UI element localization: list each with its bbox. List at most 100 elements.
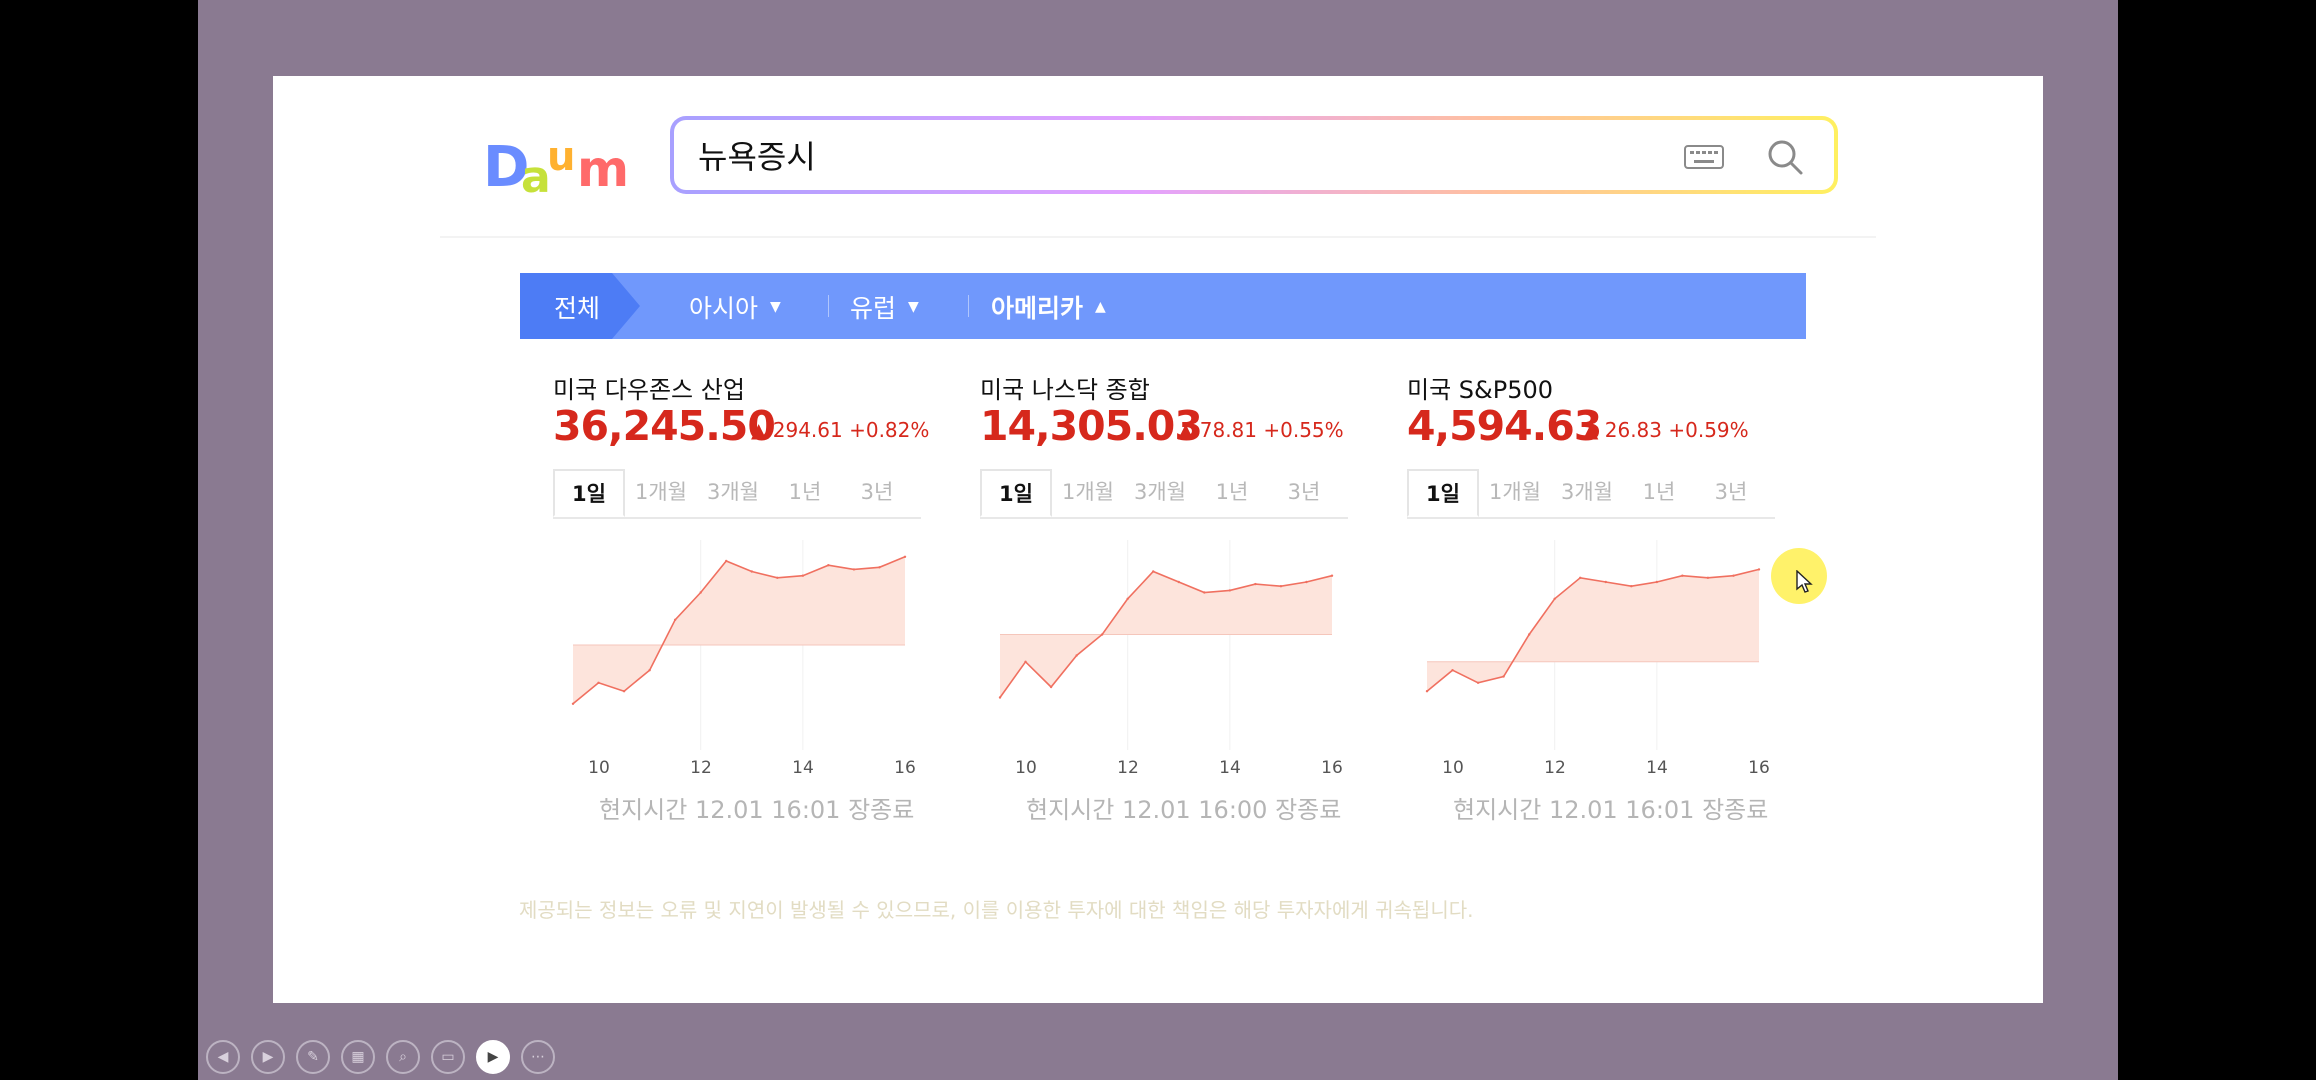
x-tick-label: 16	[1321, 758, 1343, 778]
x-axis: 10 12 14 16	[980, 758, 1348, 782]
period-tab-3m[interactable]: 3개월	[697, 469, 769, 517]
period-tab-1y[interactable]: 1년	[1196, 469, 1268, 517]
tab-america[interactable]: 아메리카 ▲	[991, 289, 1106, 325]
period-tab-1y[interactable]: 1년	[1623, 469, 1695, 517]
index-value: 14,305.03	[980, 402, 1203, 450]
presentation-toolbar: ◀ ▶ ✎ ▦ ⌕ ▭ ▶ ⋯	[206, 1040, 555, 1076]
data-point	[648, 669, 651, 672]
pen-icon[interactable]: ✎	[296, 1040, 330, 1074]
data-point	[1579, 576, 1582, 579]
data-point	[1553, 597, 1556, 600]
svg-text:m: m	[577, 140, 629, 198]
x-tick-label: 14	[1646, 758, 1668, 778]
zoom-icon[interactable]: ⌕	[386, 1040, 420, 1074]
period-tab-1m[interactable]: 1개월	[625, 469, 697, 517]
data-point	[1502, 675, 1505, 678]
period-tabs: 1일 1개월 3개월 1년 3년	[1407, 469, 1775, 519]
x-tick-label: 14	[1219, 758, 1241, 778]
up-triangle-icon: ▲	[1583, 418, 1605, 442]
search-box[interactable]: 뉴욕증시	[670, 116, 1838, 194]
index-panel-dow: 미국 다우존스 산업 36,245.50 ▲ 294.61 +0.82% 1일 …	[553, 370, 929, 840]
x-tick-label: 16	[894, 758, 916, 778]
data-point	[750, 570, 753, 573]
data-point	[1100, 633, 1104, 636]
area-fill	[573, 556, 905, 704]
camera-icon[interactable]: ▶	[476, 1040, 510, 1074]
x-tick-label: 10	[588, 758, 610, 778]
period-tab-1d[interactable]: 1일	[980, 469, 1052, 517]
data-point	[725, 559, 728, 563]
period-tabs: 1일 1개월 3개월 1년 3년	[980, 469, 1348, 519]
period-tab-1d[interactable]: 1일	[553, 469, 625, 517]
period-tab-3y[interactable]: 3년	[1268, 469, 1340, 517]
search-input[interactable]: 뉴욕증시	[698, 132, 816, 178]
intraday-chart[interactable]	[553, 530, 921, 760]
data-point	[801, 574, 805, 577]
x-axis: 10 12 14 16	[1407, 758, 1775, 782]
data-point	[1075, 654, 1078, 657]
caret-down-icon: ▼	[908, 299, 919, 315]
data-point	[1681, 574, 1684, 577]
index-change: ▲ 26.83 +0.59%	[1583, 418, 1749, 442]
search-icon[interactable]	[1766, 138, 1804, 176]
index-value: 36,245.50	[553, 402, 776, 450]
data-point	[699, 591, 702, 594]
daum-logo[interactable]: D a u m	[483, 128, 643, 198]
data-point	[1757, 568, 1761, 571]
data-point	[998, 696, 1002, 699]
subtitles-icon[interactable]: ▭	[431, 1040, 465, 1074]
x-axis: 10 12 14 16	[553, 758, 921, 782]
period-tab-3m[interactable]: 3개월	[1124, 469, 1196, 517]
index-title[interactable]: 미국 나스닥 종합	[980, 370, 1150, 405]
market-status: 현지시간 12.01 16:01 장종료	[1453, 796, 1769, 824]
period-tab-1d[interactable]: 1일	[1407, 469, 1479, 517]
data-point	[878, 566, 881, 569]
data-point	[1203, 591, 1206, 594]
data-point	[1305, 580, 1308, 584]
x-tick-label: 16	[1748, 758, 1770, 778]
period-tab-1m[interactable]: 1개월	[1479, 469, 1551, 517]
data-point	[1126, 597, 1129, 600]
period-tab-1y[interactable]: 1년	[769, 469, 841, 517]
data-point	[1630, 585, 1633, 588]
tab-all[interactable]: 전체	[520, 273, 640, 339]
data-point	[827, 564, 830, 567]
tab-europe[interactable]: 유럽 ▼	[850, 289, 919, 325]
index-title[interactable]: 미국 S&P500	[1407, 370, 1553, 405]
slides-icon[interactable]: ▦	[341, 1040, 375, 1074]
data-point	[903, 555, 907, 558]
header-divider	[440, 236, 1876, 238]
index-title[interactable]: 미국 다우존스 산업	[553, 370, 745, 405]
x-tick-label: 12	[690, 758, 712, 778]
disclaimer-text: 제공되는 정보는 오류 및 지연이 발생될 수 있으므로, 이를 이용한 투자에…	[519, 898, 1474, 922]
x-tick-label: 12	[1544, 758, 1566, 778]
index-change: ▲ 294.61 +0.82%	[751, 418, 929, 442]
keyboard-icon[interactable]	[1684, 145, 1724, 169]
data-point	[1732, 574, 1735, 577]
data-point	[852, 568, 856, 571]
data-point	[1706, 576, 1710, 579]
tab-asia[interactable]: 아시아 ▼	[689, 289, 781, 325]
period-tab-3y[interactable]: 3년	[1695, 469, 1767, 517]
x-tick-label: 10	[1015, 758, 1037, 778]
intraday-chart[interactable]	[980, 530, 1348, 760]
slide: D a u m 뉴욕증시 전체 아시아 ▼ 유럽 ▼ 아메리카 ▲ 미국 다우존…	[273, 76, 2043, 1003]
x-tick-label: 12	[1117, 758, 1139, 778]
area-fill	[1427, 569, 1759, 692]
region-nav: 전체 아시아 ▼ 유럽 ▼ 아메리카 ▲	[520, 273, 1806, 339]
period-tabs: 1일 1개월 3개월 1년 3년	[553, 469, 921, 519]
intraday-chart[interactable]	[1407, 530, 1775, 760]
data-point	[597, 681, 600, 684]
period-tab-3m[interactable]: 3개월	[1551, 469, 1623, 517]
index-change-text: 294.61 +0.82%	[772, 418, 930, 442]
prev-icon[interactable]: ◀	[206, 1040, 240, 1074]
next-icon[interactable]: ▶	[251, 1040, 285, 1074]
market-status: 현지시간 12.01 16:01 장종료	[599, 796, 915, 824]
more-icon[interactable]: ⋯	[521, 1040, 555, 1074]
caret-up-icon: ▲	[1095, 299, 1106, 315]
x-tick-label: 14	[792, 758, 814, 778]
period-tab-1m[interactable]: 1개월	[1052, 469, 1124, 517]
data-point	[1425, 690, 1429, 693]
period-tab-3y[interactable]: 3년	[841, 469, 913, 517]
up-triangle-icon: ▲	[1178, 418, 1200, 442]
